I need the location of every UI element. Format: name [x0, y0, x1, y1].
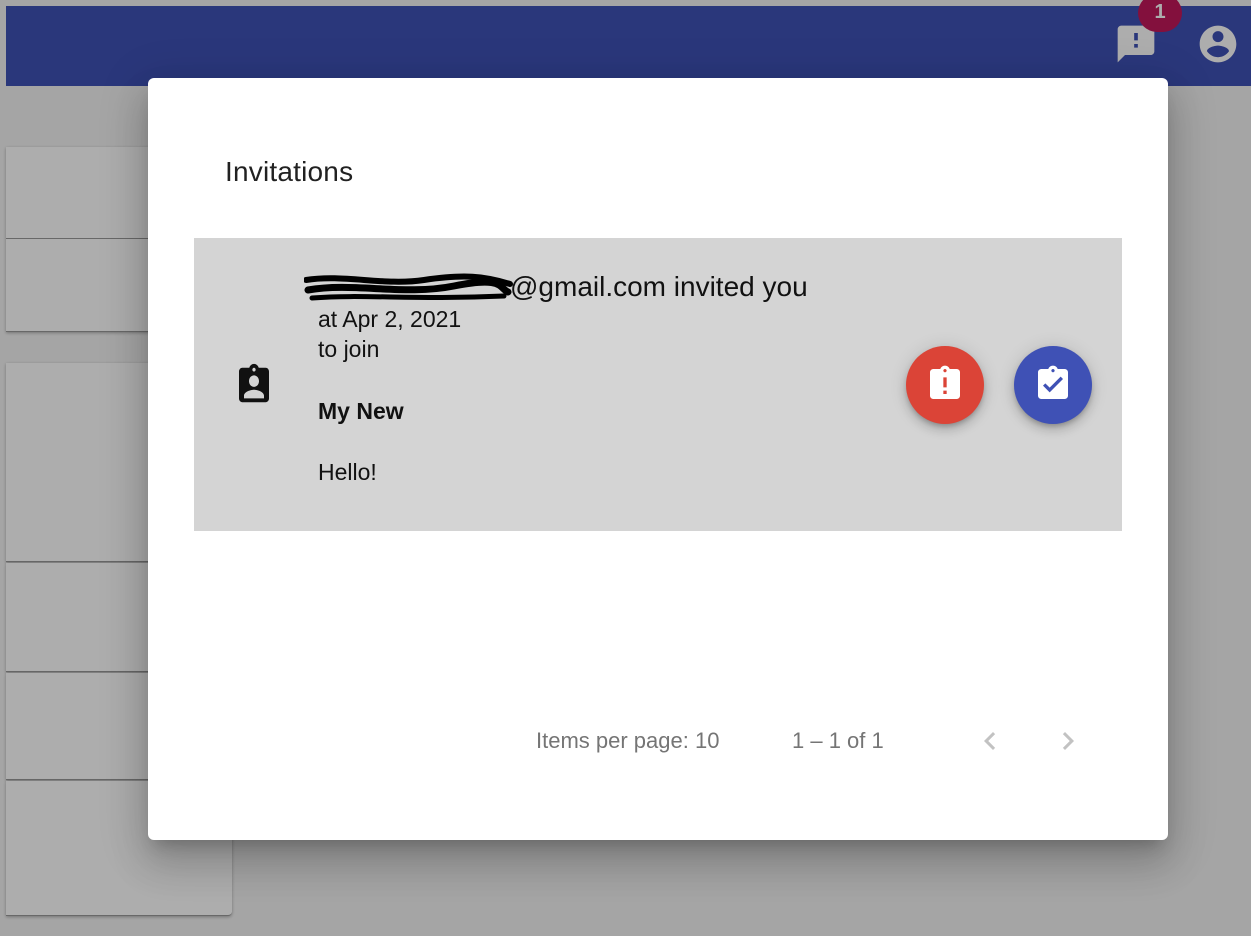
assignment-late-icon — [925, 364, 965, 407]
invitation-item: @gmail.com invited you at Apr 2, 2021 to… — [194, 238, 1122, 531]
page-range-label: 1 – 1 of 1 — [792, 728, 884, 753]
chevron-right-icon — [1050, 723, 1086, 762]
assignment-turned-in-icon — [1033, 364, 1073, 407]
assignment-ind-icon — [234, 362, 274, 408]
redaction-scribble — [304, 273, 513, 301]
paginator: Items per page: 10 1 – 1 of 1 — [148, 718, 1168, 766]
next-page-button[interactable] — [1044, 718, 1092, 766]
chevron-left-icon — [972, 723, 1008, 762]
invitation-join-label: to join — [318, 336, 380, 362]
invitation-date: at Apr 2, 2021 — [318, 306, 462, 332]
decline-invitation-button[interactable] — [906, 346, 984, 424]
previous-page-button[interactable] — [966, 718, 1014, 766]
accept-invitation-button[interactable] — [1014, 346, 1092, 424]
dialog-title: Invitations — [225, 156, 354, 187]
email-invited-text: @gmail.com invited you — [510, 271, 808, 302]
invitation-message: Hello! — [318, 459, 377, 485]
invitation-email-line: @gmail.com invited you — [304, 270, 808, 304]
invitation-group-name: My New — [318, 398, 404, 424]
items-per-page-label[interactable]: Items per page: 10 — [536, 728, 719, 754]
invitations-dialog: Invitations @gmail.com invited you at Ap… — [148, 78, 1168, 840]
invitation-text: @gmail.com invited you at Apr 2, 2021 to… — [304, 270, 808, 486]
